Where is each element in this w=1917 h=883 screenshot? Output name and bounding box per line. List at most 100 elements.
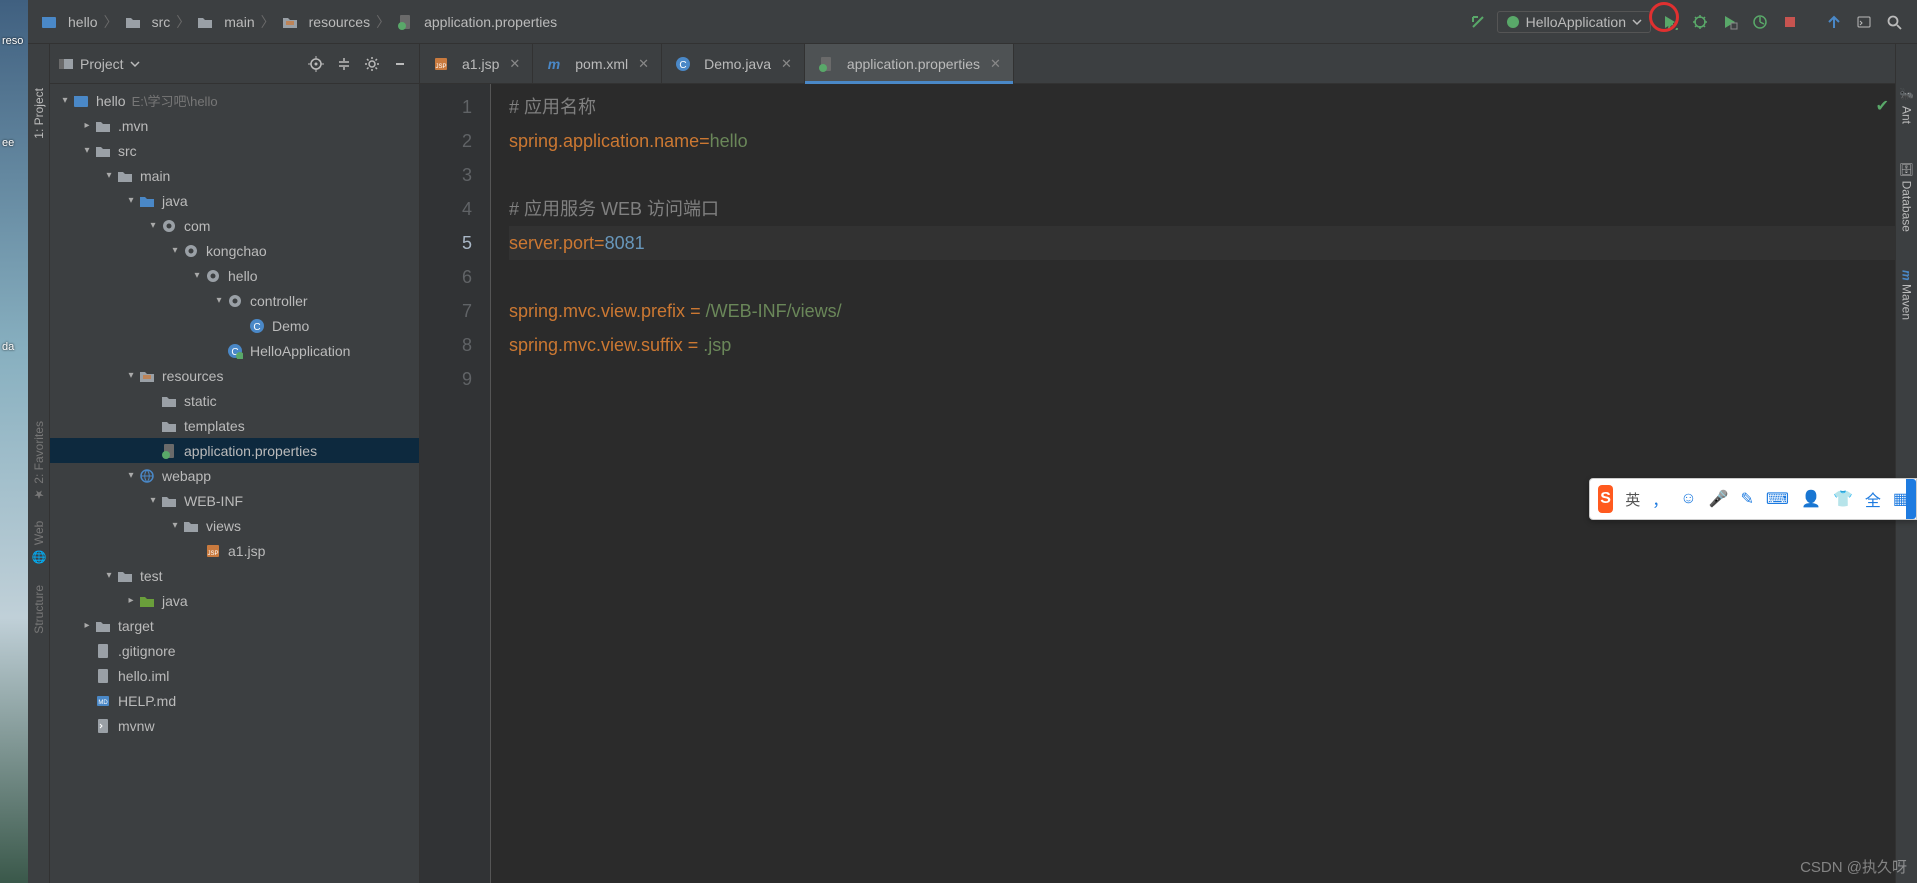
code-line[interactable] — [509, 158, 1895, 192]
run-coverage-button[interactable] — [1717, 9, 1743, 35]
code-line[interactable] — [509, 260, 1895, 294]
vcs-update-button[interactable] — [1821, 9, 1847, 35]
tree-item[interactable]: ▾WEB-INF — [50, 488, 419, 513]
gutter-line-number[interactable]: 7 — [420, 294, 472, 328]
tree-item[interactable]: ▾controller — [50, 288, 419, 313]
editor-tab[interactable]: application.properties✕ — [805, 44, 1014, 83]
tree-item[interactable]: ▾src — [50, 138, 419, 163]
ime-mic-icon[interactable]: 🎤 — [1709, 489, 1729, 509]
ime-face-icon[interactable]: ☺ — [1680, 490, 1696, 508]
ime-drag-handle[interactable] — [1906, 479, 1916, 519]
gutter-line-number[interactable]: 4 — [420, 192, 472, 226]
gutter-line-number[interactable]: 3 — [420, 158, 472, 192]
tree-item[interactable]: CHelloApplication — [50, 338, 419, 363]
run-config-selector[interactable]: HelloApplication — [1497, 11, 1651, 33]
chevron-down-icon[interactable] — [130, 59, 140, 69]
strip-tab-maven[interactable]: m Maven — [1900, 266, 1914, 324]
tree-item[interactable]: .gitignore — [50, 638, 419, 663]
tree-item[interactable]: ▾helloE:\学习吧\hello — [50, 88, 419, 113]
tree-item[interactable]: hello.iml — [50, 663, 419, 688]
strip-tab-favorites[interactable]: ★ 2: Favorites — [32, 417, 46, 506]
collapse-all-icon[interactable] — [333, 53, 355, 75]
strip-tab-structure[interactable]: Structure — [32, 581, 46, 638]
project-tree[interactable]: ▾helloE:\学习吧\hello▸.mvn▾src▾main▾java ▾co… — [50, 84, 419, 883]
tree-item[interactable]: templates — [50, 413, 419, 438]
hide-icon[interactable] — [389, 53, 411, 75]
settings-icon[interactable] — [361, 53, 383, 75]
gutter-line-number[interactable]: 5 — [420, 226, 472, 260]
tree-item[interactable]: ▾hello — [50, 263, 419, 288]
ime-shirt-icon[interactable]: 👕 — [1833, 489, 1853, 509]
code-line[interactable]: server.port=8081 — [509, 226, 1895, 260]
tree-item[interactable]: ▾views — [50, 513, 419, 538]
code-line[interactable]: spring.mvc.view.prefix = /WEB-INF/views/ — [509, 294, 1895, 328]
tree-item[interactable]: ▾kongchao — [50, 238, 419, 263]
tree-twisty-icon[interactable]: ▾ — [168, 520, 182, 531]
tree-item[interactable]: static — [50, 388, 419, 413]
tree-item[interactable]: mvnw — [50, 713, 419, 738]
code-line[interactable]: # 应用服务 WEB 访问端口 — [509, 192, 1895, 226]
inspections-ok-icon[interactable]: ✔ — [1876, 90, 1889, 124]
strip-tab-database[interactable]: 🗄 Database — [1900, 158, 1914, 236]
breadcrumb-item[interactable]: src — [120, 13, 175, 31]
code-line[interactable]: # 应用名称 — [509, 90, 1895, 124]
code-line[interactable]: spring.application.name=hello — [509, 124, 1895, 158]
gutter-line-number[interactable]: 2 — [420, 124, 472, 158]
tree-twisty-icon[interactable]: ▾ — [124, 195, 138, 206]
ime-keyboard-icon[interactable]: ⌨ — [1766, 489, 1789, 509]
locate-icon[interactable] — [305, 53, 327, 75]
tab-close-icon[interactable]: ✕ — [509, 56, 520, 72]
gutter-line-number[interactable]: 1 — [420, 90, 472, 124]
tree-twisty-icon[interactable]: ▾ — [124, 470, 138, 481]
run-anything-button[interactable] — [1851, 9, 1877, 35]
gutter-line-number[interactable]: 6 — [420, 260, 472, 294]
tree-twisty-icon[interactable]: ▾ — [58, 95, 72, 106]
tree-item[interactable]: ▾java — [50, 188, 419, 213]
profile-button[interactable] — [1747, 9, 1773, 35]
editor-tab[interactable]: JSPa1.jsp✕ — [420, 44, 533, 83]
tab-close-icon[interactable]: ✕ — [990, 56, 1001, 72]
tree-twisty-icon[interactable]: ▾ — [212, 295, 226, 306]
breadcrumb-item[interactable]: application.properties — [392, 13, 561, 31]
tree-item[interactable]: MDHELP.md — [50, 688, 419, 713]
tree-twisty-icon[interactable]: ▸ — [80, 620, 94, 631]
tree-twisty-icon[interactable]: ▾ — [102, 570, 116, 581]
tree-item[interactable]: ▾main — [50, 163, 419, 188]
stop-button[interactable] — [1777, 9, 1803, 35]
tree-item[interactable]: ▸.mvn — [50, 113, 419, 138]
build-icon[interactable] — [1465, 9, 1491, 35]
strip-tab-web[interactable]: 🌐 Web — [32, 517, 46, 568]
debug-button[interactable] — [1687, 9, 1713, 35]
strip-tab-ant[interactable]: 🐜 Ant — [1900, 84, 1914, 128]
gutter-line-number[interactable]: 8 — [420, 328, 472, 362]
code-line[interactable]: spring.mvc.view.suffix = .jsp — [509, 328, 1895, 362]
tree-item[interactable]: ▸target — [50, 613, 419, 638]
breadcrumb-item[interactable]: main — [192, 13, 258, 31]
tree-item[interactable]: ▾webapp — [50, 463, 419, 488]
search-everywhere-button[interactable] — [1881, 9, 1907, 35]
ime-skin-icon[interactable]: ✎ — [1741, 489, 1754, 509]
breadcrumb-item[interactable]: hello — [36, 13, 102, 31]
tree-item[interactable]: ▾resources — [50, 363, 419, 388]
ime-toolbar[interactable]: S 英 ， ☺ 🎤 ✎ ⌨ 👤 👕 全 ▦ — [1589, 478, 1917, 520]
tree-twisty-icon[interactable]: ▾ — [168, 245, 182, 256]
tree-twisty-icon[interactable]: ▾ — [124, 370, 138, 381]
tree-twisty-icon[interactable]: ▾ — [190, 270, 204, 281]
gutter-line-number[interactable]: 9 — [420, 362, 472, 396]
editor-tab[interactable]: CDemo.java✕ — [662, 44, 805, 83]
tree-item[interactable]: application.properties — [50, 438, 419, 463]
ime-language-label[interactable]: 英 — [1625, 489, 1640, 510]
ime-full-icon[interactable]: 全 — [1865, 487, 1881, 511]
editor-gutter[interactable]: 123456789 — [420, 84, 490, 883]
ime-user-icon[interactable]: 👤 — [1801, 489, 1821, 509]
tree-twisty-icon[interactable]: ▸ — [124, 595, 138, 606]
tree-twisty-icon[interactable]: ▸ — [80, 120, 94, 131]
tab-close-icon[interactable]: ✕ — [781, 56, 792, 72]
tree-twisty-icon[interactable]: ▾ — [146, 495, 160, 506]
tree-twisty-icon[interactable]: ▾ — [146, 220, 160, 231]
ime-punct-icon[interactable]: ， — [1652, 487, 1668, 511]
editor-tab[interactable]: mpom.xml✕ — [533, 44, 662, 83]
tab-close-icon[interactable]: ✕ — [638, 56, 649, 72]
tree-item[interactable]: ▸java — [50, 588, 419, 613]
tree-item[interactable]: JSPa1.jsp — [50, 538, 419, 563]
